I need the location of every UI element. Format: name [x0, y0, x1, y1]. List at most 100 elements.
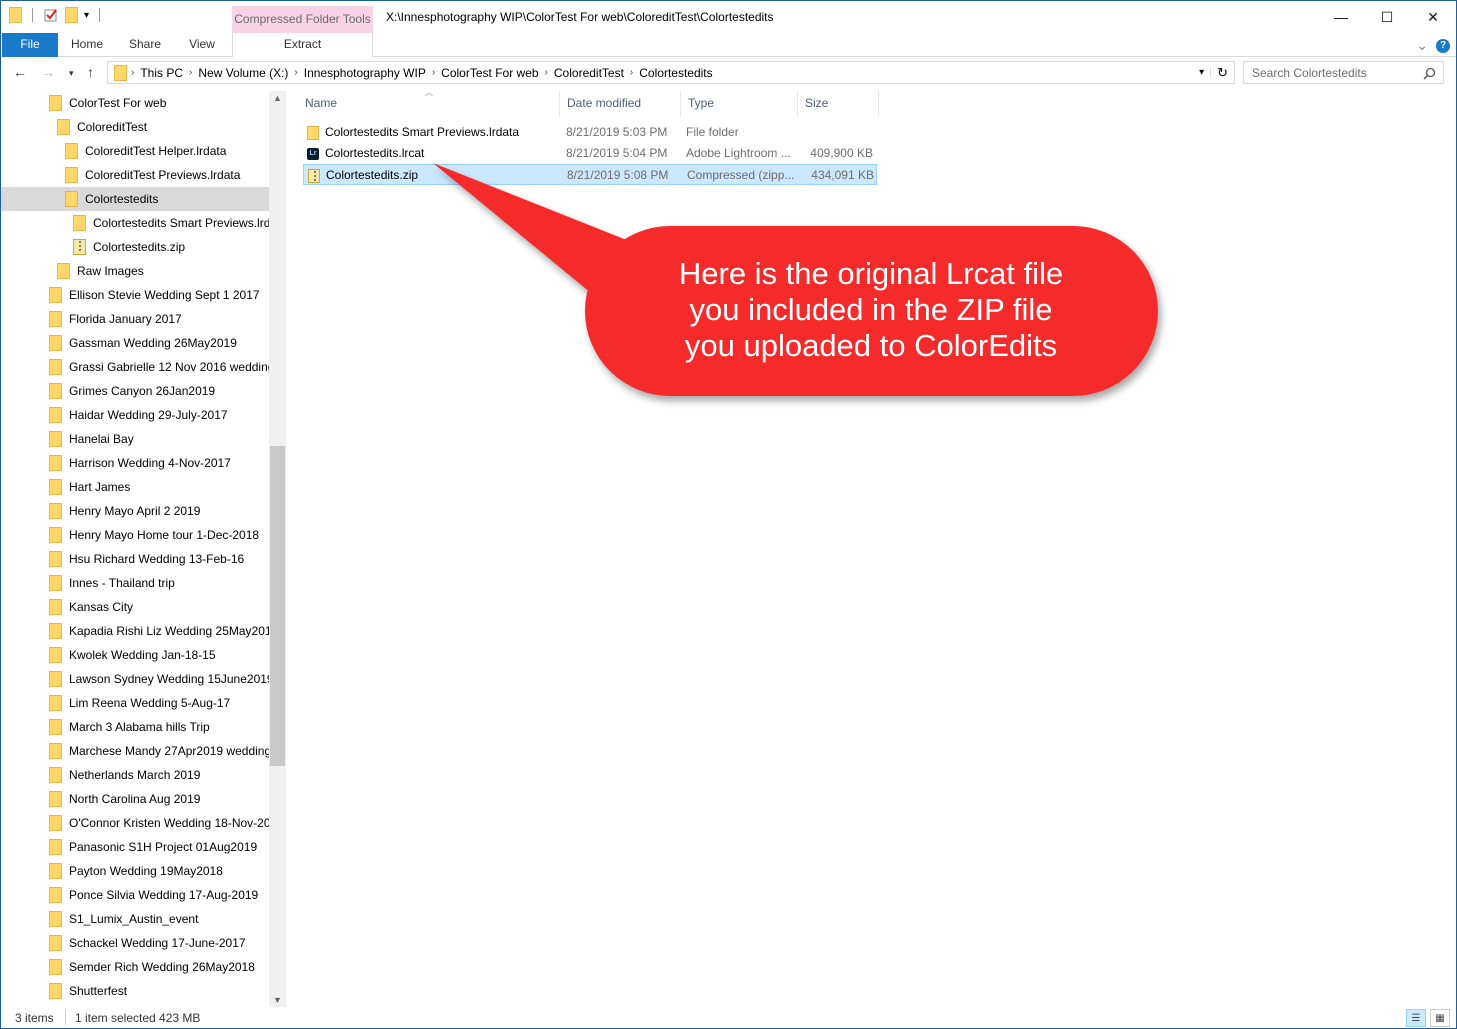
context-tab-label[interactable]: Compressed Folder Tools	[232, 6, 373, 33]
folder-icon	[49, 551, 62, 567]
column-header-type[interactable]: Type	[682, 91, 798, 116]
ribbon-tabs: File Home Share View Extract ⌄ ?	[1, 33, 1456, 57]
tree-item[interactable]: S1_Lumix_Austin_event	[1, 907, 269, 931]
search-icon[interactable]	[1423, 67, 1436, 80]
tab-home[interactable]: Home	[61, 33, 113, 57]
tree-item[interactable]: Schackel Wedding 17-June-2017	[1, 931, 269, 955]
tree-item[interactable]: Florida January 2017	[1, 307, 269, 331]
tree-item[interactable]: Harrison Wedding 4-Nov-2017	[1, 451, 269, 475]
tab-share[interactable]: Share	[119, 33, 171, 57]
properties-icon[interactable]	[43, 7, 59, 23]
tree-item[interactable]: Shutterfest	[1, 979, 269, 1003]
tree-item-label: ColoreditTest	[77, 120, 148, 134]
tree-item[interactable]: Marchese Mandy 27Apr2019 wedding	[1, 739, 269, 763]
breadcrumb-new-volume[interactable]: New Volume (X:)	[192, 66, 294, 80]
folder-icon	[49, 311, 62, 327]
tree-item[interactable]: March 3 Alabama hills Trip	[1, 715, 269, 739]
tree-item[interactable]: Kansas City	[1, 595, 269, 619]
file-row[interactable]: Colortestedits Smart Previews.lrdata 8/21…	[303, 122, 877, 143]
scroll-thumb[interactable]	[270, 446, 285, 766]
tree-item[interactable]: Colortestedits	[1, 187, 269, 211]
folder-icon	[49, 527, 62, 543]
tab-extract[interactable]: Extract	[232, 33, 373, 57]
tree-item[interactable]: Raw Images	[1, 259, 269, 283]
tree-item[interactable]: Ponce Silvia Wedding 17-Aug-2019	[1, 883, 269, 907]
tree-item[interactable]: Semder Rich Wedding 26May2018	[1, 955, 269, 979]
tree-item[interactable]: Netherlands March 2019	[1, 763, 269, 787]
tree-item-label: Hart James	[69, 480, 131, 494]
status-bar: 3 items 1 item selected 423 MB ☰ ▦	[1, 1007, 1456, 1028]
nav-scrollbar[interactable]: ▲ ▼	[269, 91, 286, 1007]
tree-item[interactable]: Kwolek Wedding Jan-18-15	[1, 643, 269, 667]
tree-item-label: North Carolina Aug 2019	[69, 792, 201, 806]
tab-file[interactable]: File	[2, 33, 58, 57]
maximize-button[interactable]: ☐	[1364, 1, 1410, 33]
breadcrumb-innesphotography-wip[interactable]: Innesphotography WIP	[298, 66, 432, 80]
tree-item[interactable]: O'Connor Kristen Wedding 18-Nov-20	[1, 811, 269, 835]
expand-ribbon-icon[interactable]: ⌄	[1416, 37, 1428, 54]
column-header-size[interactable]: Size	[799, 91, 879, 116]
forward-arrow-icon[interactable]: →	[41, 64, 55, 80]
folder-icon	[307, 125, 319, 140]
large-icons-view-icon[interactable]: ▦	[1430, 1009, 1450, 1027]
tree-item[interactable]: ColorTest For web	[1, 91, 269, 115]
tree-item[interactable]: Grimes Canyon 26Jan2019	[1, 379, 269, 403]
tree-item[interactable]: Henry Mayo Home tour 1-Dec-2018	[1, 523, 269, 547]
scroll-up-icon[interactable]: ▲	[269, 93, 286, 103]
tree-item[interactable]: Grassi Gabrielle 12 Nov 2016 wedding	[1, 355, 269, 379]
breadcrumb-coloredittest[interactable]: ColoreditTest	[548, 66, 630, 80]
callout-text: Here is the original Lrcat file you incl…	[591, 256, 1151, 364]
breadcrumb-this-pc[interactable]: This PC	[134, 66, 189, 80]
tree-item-label: Colortestedits	[85, 192, 159, 206]
tree-item[interactable]: Lim Reena Wedding 5-Aug-17	[1, 691, 269, 715]
address-dropdown-icon[interactable]: ▾	[1193, 67, 1212, 78]
tree-item[interactable]: ColoreditTest Previews.lrdata	[1, 163, 269, 187]
tab-view[interactable]: View	[177, 33, 227, 57]
folder-icon	[49, 719, 62, 735]
tree-item[interactable]: Lawson Sydney Wedding 15June2019	[1, 667, 269, 691]
tree-item[interactable]: Gassman Wedding 26May2019	[1, 331, 269, 355]
tree-item[interactable]: Hart James	[1, 475, 269, 499]
tree-item[interactable]: Hsu Richard Wedding 13-Feb-16	[1, 547, 269, 571]
file-row[interactable]: Lr Colortestedits.lrcat 8/21/2019 5:04 PM A…	[303, 143, 877, 164]
tree-item[interactable]: Ellison Stevie Wedding Sept 1 2017	[1, 283, 269, 307]
new-folder-icon[interactable]	[65, 7, 78, 23]
tree-item[interactable]: Payton Wedding 19May2018	[1, 859, 269, 883]
column-header-date[interactable]: Date modified	[561, 91, 681, 116]
folder-icon	[49, 95, 62, 111]
tree-item[interactable]: North Carolina Aug 2019	[1, 787, 269, 811]
customize-toolbar-icon[interactable]: ▾	[84, 10, 89, 21]
tree-item[interactable]: Kapadia Rishi Liz Wedding 25May2019	[1, 619, 269, 643]
folder-icon	[49, 575, 62, 591]
column-header-name[interactable]: Name	[299, 91, 560, 116]
back-arrow-icon[interactable]: ←	[13, 64, 27, 80]
file-row[interactable]: Colortestedits.zip 8/21/2019 5:08 PM Compr…	[303, 164, 877, 185]
scroll-down-icon[interactable]: ▼	[269, 995, 286, 1005]
help-icon[interactable]: ?	[1436, 38, 1450, 53]
details-view-icon[interactable]: ☰	[1406, 1009, 1426, 1027]
folder-icon	[49, 839, 62, 855]
tree-item[interactable]: Colortestedits Smart Previews.lrd	[1, 211, 269, 235]
tree-item[interactable]: Panasonic S1H Project 01Aug2019	[1, 835, 269, 859]
address-bar[interactable]: › This PC › New Volume (X:) › Innesphoto…	[107, 61, 1235, 84]
folder-icon	[49, 407, 62, 423]
tree-item[interactable]: Henry Mayo April 2 2019	[1, 499, 269, 523]
tree-item[interactable]: ColoreditTest Helper.lrdata	[1, 139, 269, 163]
search-input[interactable]: Search Colortestedits	[1243, 61, 1444, 84]
folder-icon	[49, 479, 62, 495]
tree-item[interactable]: Haidar Wedding 29-July-2017	[1, 403, 269, 427]
tree-item[interactable]: Innes - Thailand trip	[1, 571, 269, 595]
tree-item[interactable]: ColoreditTest	[1, 115, 269, 139]
recent-locations-icon[interactable]: ▾	[69, 68, 74, 79]
minimize-button[interactable]: —	[1318, 1, 1364, 33]
title-bar: ▾ Compressed Folder Tools X:\Innesphotog…	[1, 1, 1456, 33]
tree-item[interactable]: Colortestedits.zip	[1, 235, 269, 259]
refresh-icon[interactable]: ↻	[1211, 65, 1234, 81]
up-arrow-icon[interactable]: ↑	[87, 64, 94, 80]
tree-item[interactable]: Hanelai Bay	[1, 427, 269, 451]
callout-line: Here is the original Lrcat file	[678, 256, 1064, 291]
tree-item-label: Grassi Gabrielle 12 Nov 2016 wedding	[69, 360, 269, 374]
breadcrumb-colortest-for-web[interactable]: ColorTest For web	[435, 66, 544, 80]
breadcrumb-colortestedits[interactable]: Colortestedits	[633, 66, 718, 80]
close-button[interactable]: ✕	[1410, 1, 1456, 33]
